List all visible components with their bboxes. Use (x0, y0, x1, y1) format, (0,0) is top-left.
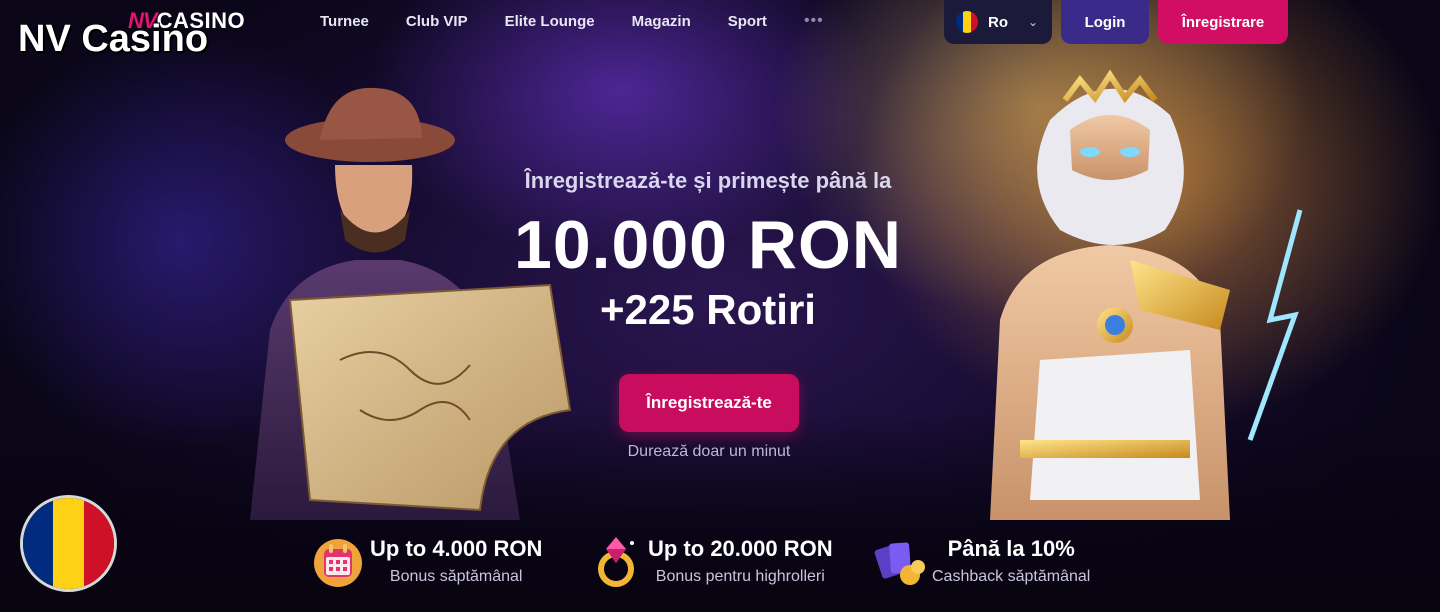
feature-title: Până la 10% (947, 536, 1075, 561)
cta-note: Durează doar un minut (627, 443, 791, 460)
nav-item-club-vip[interactable]: Club VIP (406, 13, 468, 30)
romania-flag-icon (956, 11, 978, 33)
feature-subtitle: Cashback săptămânal (932, 568, 1091, 585)
feature-title: Up to 4.000 RON (370, 536, 543, 561)
feature-cashback: Până la 10% Cashback săptămânal (872, 528, 1090, 594)
site-title-overlay: NV Casino (18, 18, 209, 60)
language-selector[interactable]: Ro ⌄ (944, 0, 1052, 44)
hero-bonus-amount: 10.000 RON (514, 207, 902, 283)
site-header: NV CASINO Turnee Club VIP Elite Lounge M… (0, 0, 1440, 46)
feature-highroller-bonus: Up to 20.000 RON Bonus pentru highroller… (588, 528, 833, 594)
calendar-gift-icon (314, 539, 362, 587)
nav-item-magazin[interactable]: Magazin (632, 13, 691, 30)
romania-flag-badge[interactable] (20, 495, 117, 592)
signup-cta-button[interactable]: Înregistrează-te (619, 374, 799, 432)
diamond-ring-icon (598, 537, 634, 587)
feature-weekly-bonus: Up to 4.000 RON Bonus săptămânal (310, 528, 542, 594)
nav-item-turnee[interactable]: Turnee (320, 13, 369, 30)
nav-item-elite-lounge[interactable]: Elite Lounge (505, 13, 595, 30)
cards-coins-icon (874, 542, 925, 585)
feature-subtitle: Bonus săptămânal (389, 568, 523, 585)
main-nav: Turnee Club VIP Elite Lounge Magazin Spo… (320, 0, 824, 42)
feature-subtitle: Bonus pentru highrolleri (655, 568, 825, 585)
more-menu-icon[interactable]: ••• (804, 12, 824, 30)
register-button[interactable]: Înregistrare (1158, 0, 1288, 44)
zeus-character-image (990, 69, 1303, 520)
chevron-down-icon: ⌄ (1028, 15, 1039, 29)
hero-free-spins: +225 Rotiri (600, 286, 816, 333)
login-button[interactable]: Login (1061, 0, 1149, 44)
hero-subtitle: Înregistrează-te și primește până la (524, 168, 892, 193)
nav-item-sport[interactable]: Sport (728, 13, 767, 30)
language-code: Ro (988, 13, 1008, 31)
feature-title: Up to 20.000 RON (648, 536, 833, 561)
